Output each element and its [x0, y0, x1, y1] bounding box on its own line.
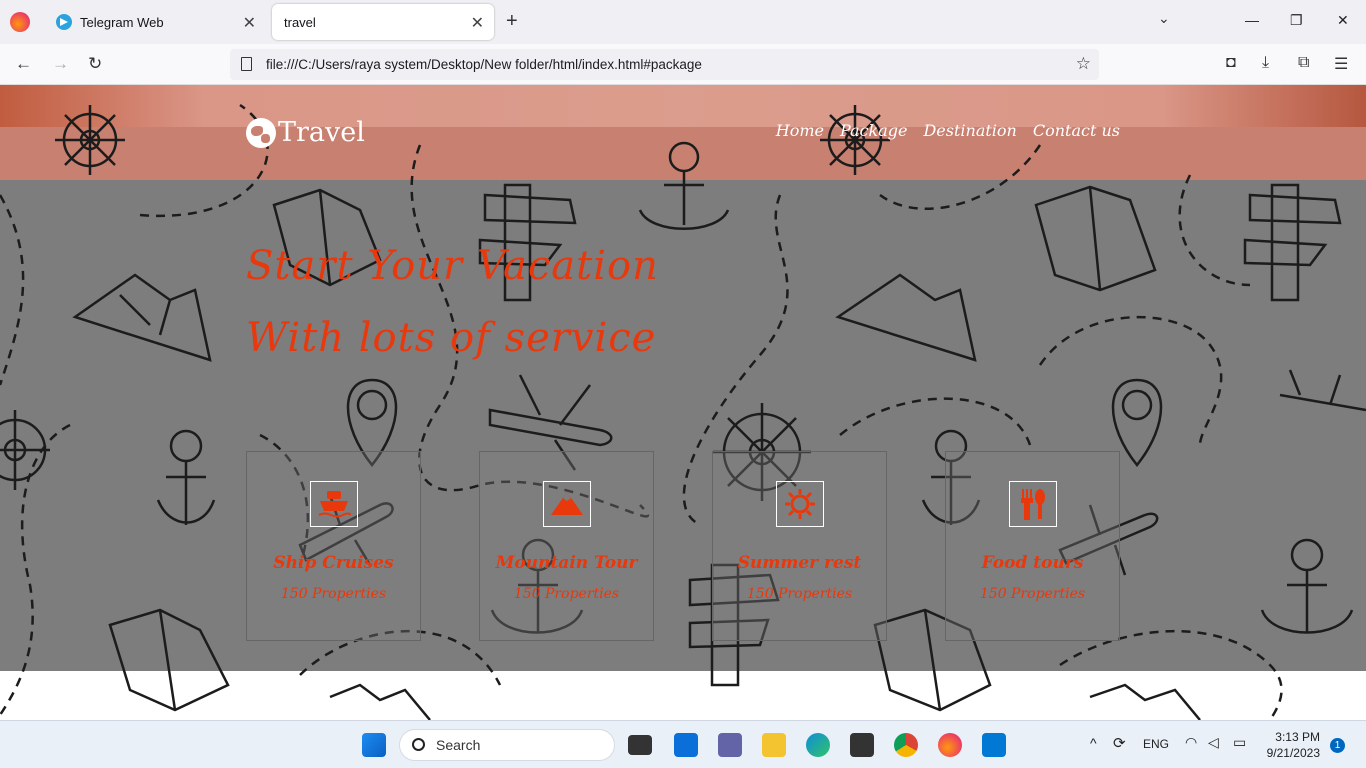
- file-explorer-icon[interactable]: [762, 733, 786, 757]
- app-menu-icon[interactable]: ☰: [1334, 54, 1348, 74]
- language-indicator[interactable]: ENG: [1143, 737, 1169, 751]
- nav-destination-link[interactable]: Destination: [923, 121, 1016, 140]
- site-logo[interactable]: Travel: [246, 117, 365, 148]
- card-title: Ship Cruises: [273, 553, 394, 573]
- telegram-icon: [56, 14, 72, 30]
- card-subtitle: 150 Properties: [280, 586, 387, 602]
- service-card-food[interactable]: Food tours 150 Properties: [945, 451, 1120, 641]
- tab-travel[interactable]: travel ✕: [272, 4, 494, 40]
- card-subtitle: 150 Properties: [746, 586, 853, 602]
- card-title: Summer rest: [737, 553, 862, 573]
- forward-button[interactable]: →: [52, 54, 69, 74]
- close-tab-icon[interactable]: ✕: [471, 13, 484, 33]
- list-tabs-chevron-icon[interactable]: ⌄: [1158, 10, 1170, 27]
- tab-title: travel: [284, 14, 316, 30]
- minimize-button[interactable]: —: [1245, 12, 1259, 28]
- store-icon[interactable]: [850, 733, 874, 757]
- windows-taskbar: Search ^ ⟳ ENG ◠ ◁ ▭ 3:13 PM 9/21/2023 1: [0, 720, 1366, 768]
- edge-icon[interactable]: [806, 733, 830, 757]
- firefox-menu-icon[interactable]: [10, 12, 30, 32]
- tray-overflow-chevron-icon[interactable]: ^: [1090, 735, 1097, 751]
- extensions-icon[interactable]: ⧉: [1298, 54, 1309, 72]
- clock-date: 9/21/2023: [1266, 746, 1320, 760]
- address-bar[interactable]: file:///C:/Users/raya system/Desktop/New…: [230, 49, 1099, 80]
- teams-chat-icon[interactable]: [718, 733, 742, 757]
- widgets-icon[interactable]: [674, 733, 698, 757]
- clock-time: 3:13 PM: [1275, 730, 1320, 744]
- taskbar-search[interactable]: Search: [399, 729, 615, 761]
- chrome-icon[interactable]: [894, 733, 918, 757]
- pocket-icon[interactable]: ◘: [1226, 54, 1236, 72]
- tab-title: Telegram Web: [80, 14, 164, 30]
- service-card-ship[interactable]: Ship Cruises 150 Properties: [246, 451, 421, 641]
- card-subtitle: 150 Properties: [979, 586, 1086, 602]
- new-tab-button[interactable]: +: [506, 10, 518, 33]
- task-view-icon[interactable]: [628, 735, 652, 755]
- page-icon: [241, 57, 252, 71]
- restore-button[interactable]: ❐: [1290, 12, 1303, 29]
- hero-headline-line2: With lots of service: [246, 315, 657, 361]
- vscode-icon[interactable]: [982, 733, 1006, 757]
- browser-nav-bar: ← → ↻ file:///C:/Users/raya system/Deskt…: [0, 44, 1366, 85]
- battery-icon[interactable]: ▭: [1233, 734, 1246, 751]
- card-subtitle: 150 Properties: [513, 586, 620, 602]
- browser-tab-bar: Telegram Web ✕ travel ✕ + ⌄ — ❐ ✕: [0, 0, 1366, 44]
- nav-contact-link[interactable]: Contact us: [1033, 121, 1120, 140]
- downloads-icon[interactable]: ⤓: [1262, 54, 1269, 72]
- logo-text: Travel: [278, 117, 365, 148]
- fork-spoon-icon: [1008, 481, 1057, 527]
- wifi-icon[interactable]: ◠: [1185, 734, 1197, 751]
- ship-icon: [309, 481, 358, 527]
- service-card-summer[interactable]: Summer rest 150 Properties: [712, 451, 887, 641]
- nav-home-link[interactable]: Home: [776, 121, 824, 140]
- hero-headline-line1: Start Your Vacation: [246, 243, 659, 289]
- notification-badge[interactable]: 1: [1330, 738, 1345, 753]
- reload-button[interactable]: ↻: [88, 54, 102, 74]
- mountain-icon: [542, 481, 591, 527]
- globe-icon: [246, 117, 276, 148]
- close-tab-icon[interactable]: ✕: [243, 13, 256, 33]
- clock[interactable]: 3:13 PM 9/21/2023: [1258, 729, 1320, 761]
- search-placeholder: Search: [436, 737, 481, 753]
- service-card-mountain[interactable]: Mountain Tour 150 Properties: [479, 451, 654, 641]
- close-window-button[interactable]: ✕: [1337, 12, 1349, 29]
- volume-icon[interactable]: ◁: [1208, 734, 1219, 751]
- travel-doodle-pattern: [0, 103, 1366, 720]
- firefox-icon[interactable]: [938, 733, 962, 757]
- site-nav: Home Package Destination Contact us: [776, 121, 1120, 140]
- sync-icon[interactable]: ⟳: [1113, 734, 1126, 752]
- bookmark-star-icon[interactable]: ☆: [1076, 54, 1091, 74]
- nav-package-link[interactable]: Package: [840, 121, 908, 140]
- web-page: Travel Home Package Destination Contact …: [0, 85, 1366, 720]
- tab-telegram[interactable]: Telegram Web ✕: [44, 4, 266, 40]
- url-text[interactable]: file:///C:/Users/raya system/Desktop/New…: [266, 57, 702, 72]
- search-icon: [412, 738, 425, 751]
- card-title: Food tours: [981, 553, 1084, 573]
- card-title: Mountain Tour: [495, 553, 638, 573]
- sun-icon: [775, 481, 824, 527]
- windows-start-icon[interactable]: [362, 733, 386, 757]
- back-button[interactable]: ←: [15, 54, 32, 74]
